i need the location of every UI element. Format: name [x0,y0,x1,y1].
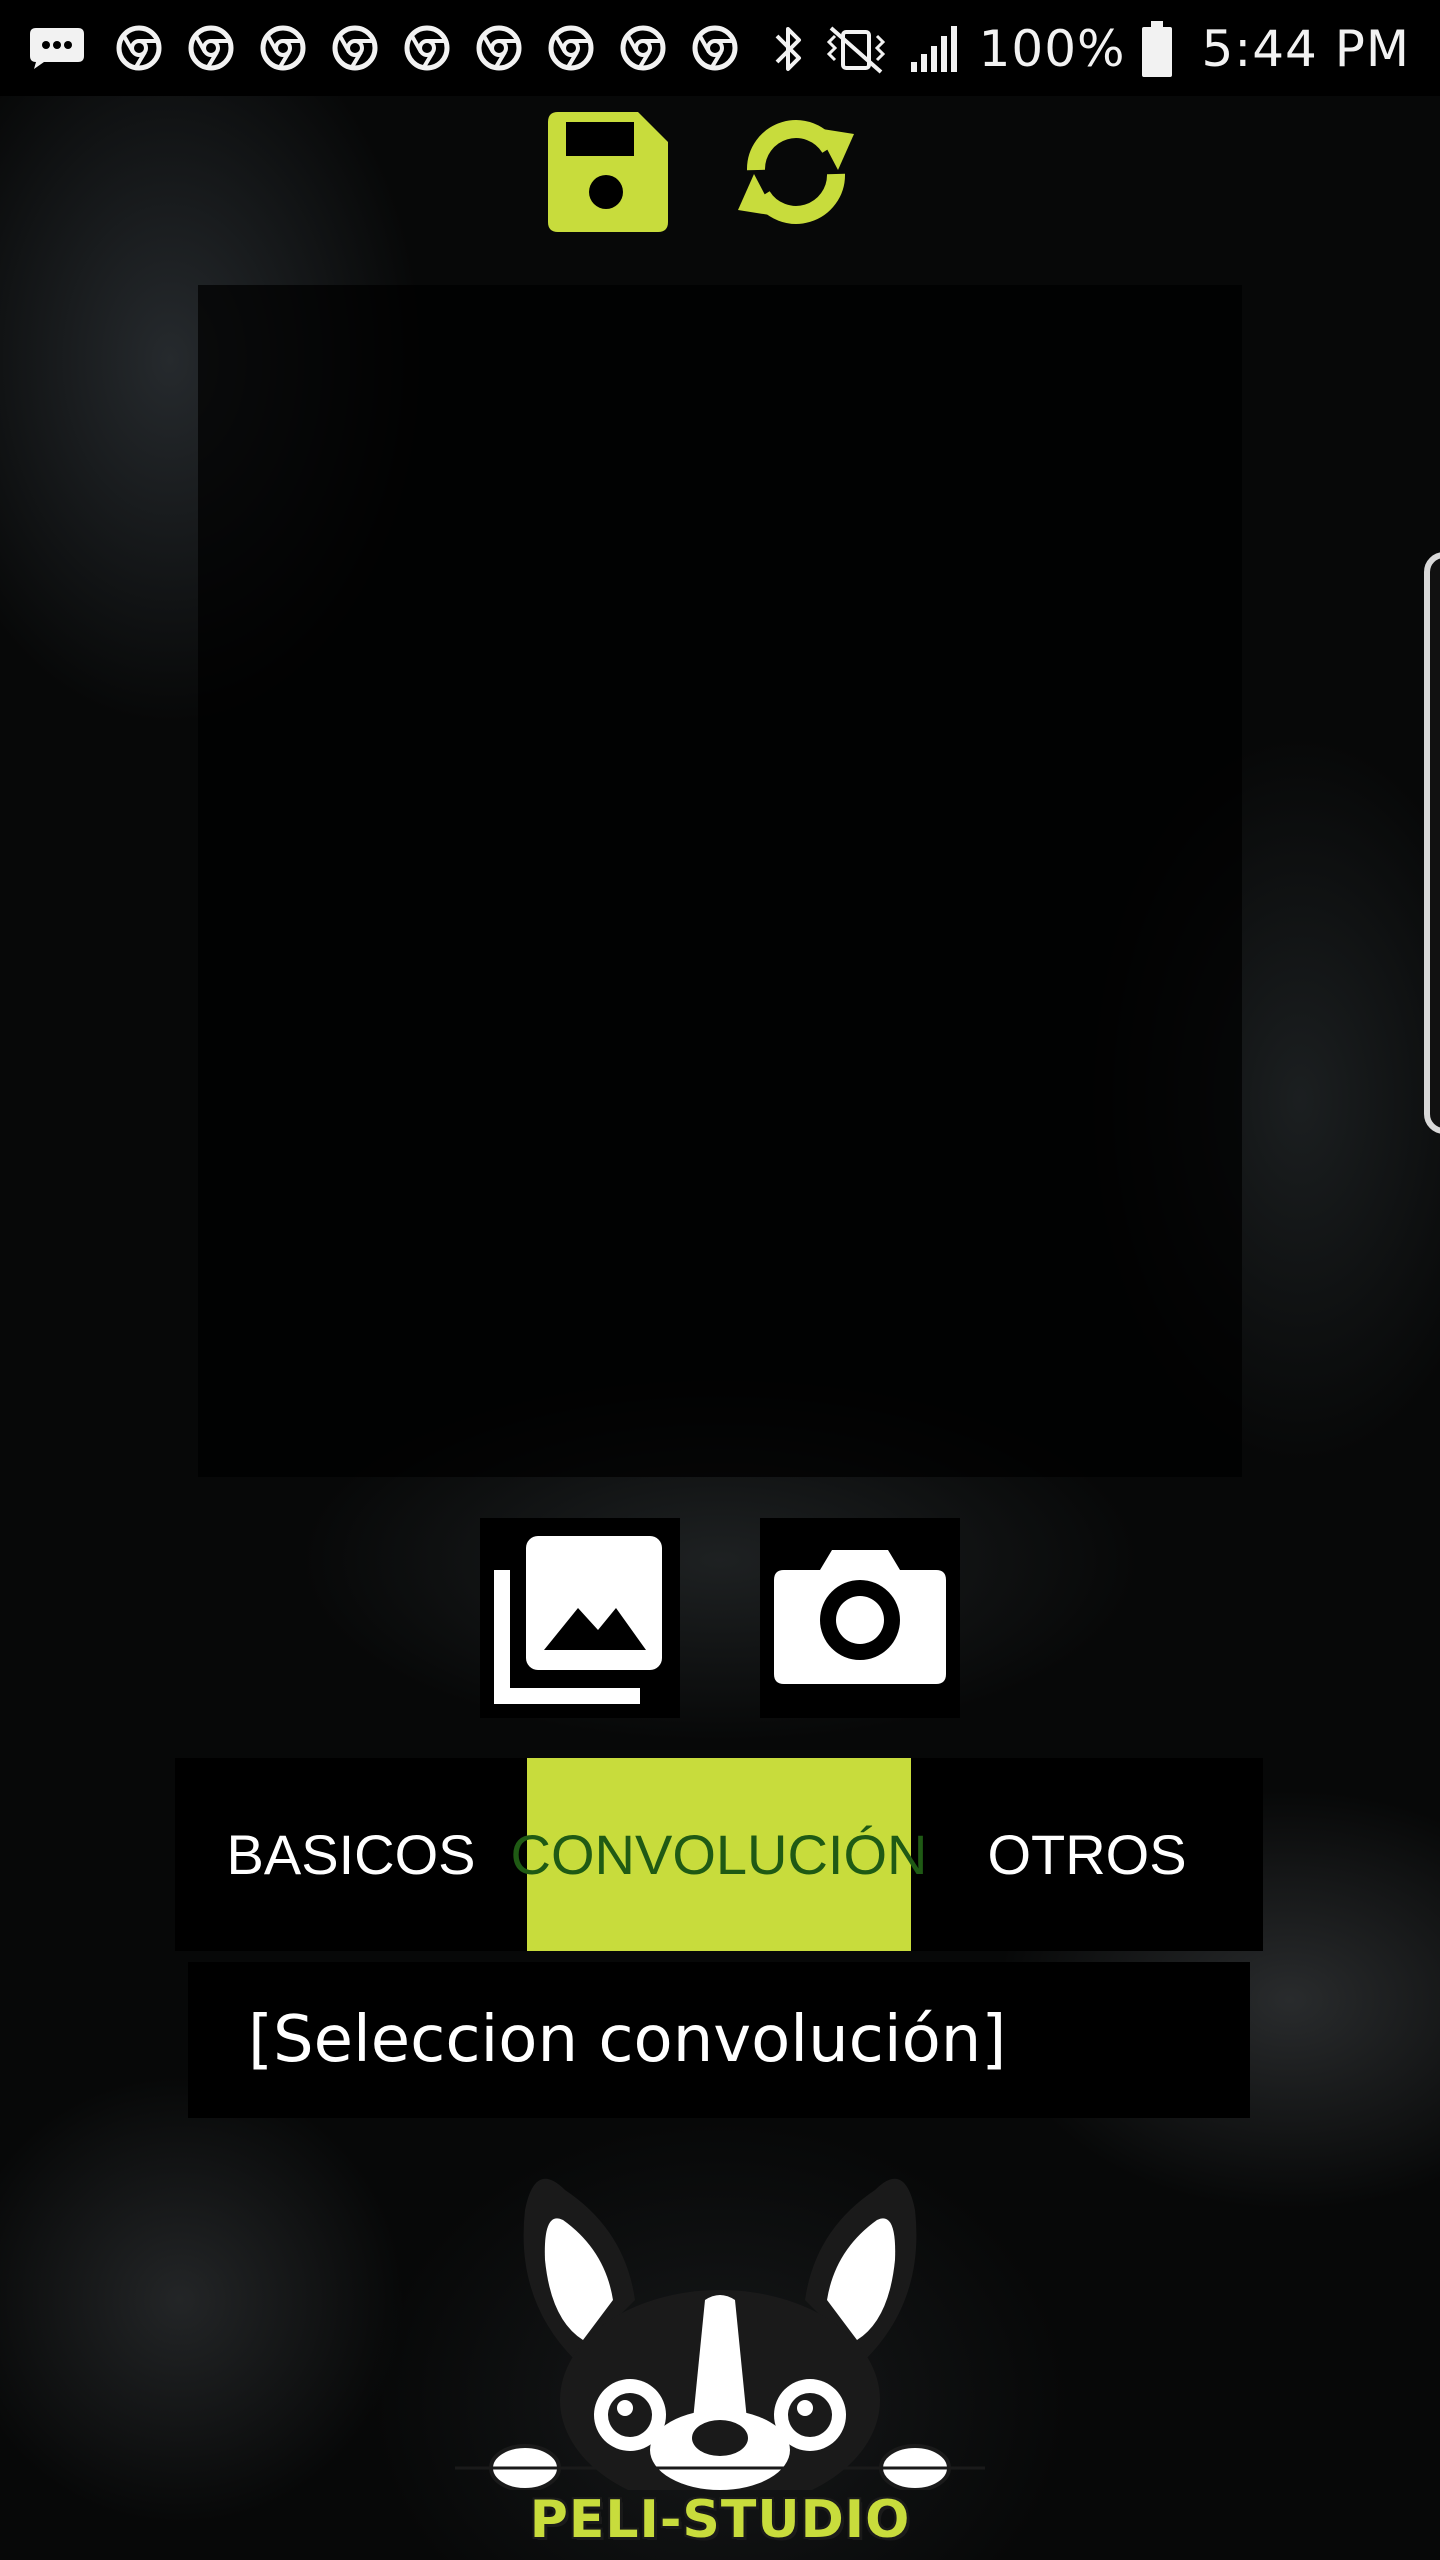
clock: 5:44 PM [1201,20,1410,78]
chrome-icon [548,25,594,71]
filter-tabs: BASICOS CONVOLUCIÓN OTROS [175,1758,1263,1951]
tab-basicos[interactable]: BASICOS [175,1758,527,1951]
chrome-icon [404,25,450,71]
chrome-icon [116,25,162,71]
dog-logo-icon [455,2178,985,2510]
system-icons: 100% 5:44 PM [771,14,1410,84]
tab-convolucion[interactable]: CONVOLUCIÓN [511,1758,927,1951]
refresh-button[interactable] [726,112,854,232]
notification-icons [28,22,764,74]
camera-icon [774,1550,946,1684]
refresh-icon [738,120,854,224]
battery-icon [1141,21,1172,77]
chrome-icon [188,25,234,71]
chrome-icon [620,25,666,71]
camera-button[interactable] [760,1518,960,1718]
convolution-select[interactable]: [Seleccion convolución] [188,1962,1250,2118]
vibrate-mute-icon [826,26,885,74]
logo-text: PELI-STUDIO [529,2490,911,2550]
battery-percent: 100% [978,20,1126,78]
status-bar: 100% 5:44 PM [0,0,1440,96]
message-icon [30,28,84,69]
chrome-icon [692,25,738,71]
save-icon [548,112,668,232]
edge-panel-handle[interactable] [1424,552,1440,1134]
image-preview [198,285,1242,1477]
bluetooth-icon [775,27,801,71]
chrome-icon [476,25,522,71]
convolution-select-value: [Seleccion convolución] [248,2003,1007,2077]
gallery-icon [494,1536,662,1704]
gallery-button[interactable] [480,1518,680,1718]
peli-studio-logo: PELI-STUDIO [455,2150,985,2560]
chrome-icon [260,25,306,71]
save-button[interactable] [548,112,668,232]
signal-icon [910,26,957,72]
chrome-icon [332,25,378,71]
tab-otros[interactable]: OTROS [911,1758,1263,1951]
